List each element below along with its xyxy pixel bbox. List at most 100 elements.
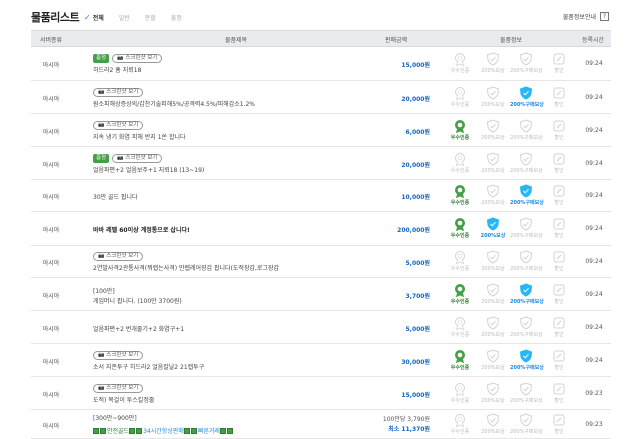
buy-compensation-badge-icon <box>510 349 542 363</box>
discount-badge-icon <box>543 86 575 100</box>
buy-compensation-badge: 200%구매보상 <box>510 382 543 404</box>
discount-badge-icon <box>543 316 575 330</box>
screenshot-button[interactable]: 📷 스크린샷 보기 <box>93 384 144 393</box>
badge-label: 200%구매보상 <box>510 365 544 371</box>
filter-negotiate[interactable]: 흥정 <box>171 13 182 22</box>
green-square-icon <box>190 427 197 434</box>
badge-label: 200%구매보상 <box>510 266 543 272</box>
item-title[interactable]: 얼음파편+2 번개줄기+2 화염구+1 <box>93 324 184 333</box>
server-cell: 아시아 <box>42 359 60 366</box>
compensation-badge: 200%보상 <box>477 217 509 239</box>
table-row[interactable]: 아시아 흥정 📷 스크린샷 보기 히드라2 홈 지뢰18 15,000원 우수인증 200… <box>31 47 611 81</box>
registered-time: 09:24 <box>585 94 603 101</box>
screenshot-button[interactable]: 📷 스크린샷 보기 <box>112 54 163 63</box>
item-info-badges: 우수인증 200%보상 200%구매보상 할인 <box>444 119 574 147</box>
badge-label: 200%보상 <box>481 332 505 338</box>
screenshot-label[interactable]: 스크린샷 보기 <box>125 55 157 62</box>
table-row[interactable]: 아시아 30만 골드 팝니다 10,000원 우수인증 200%보상 200%구매보… <box>31 180 611 212</box>
compensation-badge: 200%보상 <box>477 152 509 174</box>
screenshot-label[interactable]: 스크린샷 보기 <box>106 122 138 129</box>
camera-icon: 📷 <box>98 122 105 128</box>
certified-badge-icon <box>444 119 476 133</box>
green-square-icon <box>100 427 106 434</box>
item-title-range[interactable]: [100만] <box>93 286 115 295</box>
table-row[interactable]: 아시아 흥정 📷 스크린샷 보기 얼음파편+2 얼음보주+1 지뢰18 (13~19) 2… <box>31 147 611 180</box>
filter-split[interactable]: 분할 <box>145 13 156 22</box>
item-title[interactable]: 얼음파편+2 얼음보주+1 지뢰18 (13~19) <box>93 165 204 174</box>
screenshot-button[interactable]: 📷 스크린샷 보기 <box>93 121 144 130</box>
table-row[interactable]: 아시아 바바 레벨 60이상 계정통으로 삽니다! 200,000원 우수인증 20… <box>31 212 611 246</box>
table-row[interactable]: 아시아 📷 스크린샷 보기 지속 냉기 화염 피해 반지 1쏜 합니다 6,000원 우… <box>31 114 611 147</box>
table-row[interactable]: 아시아 📷 스크린샷 보기 2연발사격2관통사격(뭐랩는사격) 만렙레어장갑 팝니다(… <box>31 246 611 278</box>
screenshot-label[interactable]: 스크린샷 보기 <box>106 352 138 359</box>
badge-label: 할인 <box>554 332 564 338</box>
screenshot-button[interactable]: 📷 스크린샷 보기 <box>93 252 144 261</box>
table-row[interactable]: 아시아 📷 스크린샷 보기 소서 지존투구 히드라2 얼음칼날2 21캡투구 30,00… <box>31 344 611 377</box>
badge-label: 200%보상 <box>481 135 505 141</box>
certified-badge: 우수인증 <box>444 250 476 272</box>
compensation-badge-icon <box>477 283 509 297</box>
item-title[interactable]: 바바 레벨 60이상 계정통으로 삽니다! <box>93 225 190 234</box>
item-info-guide[interactable]: 물품정보안내 ? <box>563 12 609 21</box>
item-info-badges: 우수인증 200%보상 200%구매보상 할인 <box>444 152 574 180</box>
badge-label: 할인 <box>554 299 564 305</box>
screenshot-button[interactable]: 📷 스크린샷 보기 <box>93 351 144 360</box>
badge-label: 200%보상 <box>481 200 505 206</box>
item-title[interactable]: 지속 냉기 화염 피해 반지 1쏜 합니다 <box>93 132 186 141</box>
buy-compensation-badge-icon <box>510 52 542 66</box>
discount-badge-icon <box>543 217 575 231</box>
screenshot-button[interactable]: 📷 스크린샷 보기 <box>112 154 163 163</box>
registered-time: 09:23 <box>585 421 603 428</box>
buy-compensation-badge: 200%구매보상 <box>510 250 543 272</box>
buy-compensation-badge-icon <box>510 316 542 330</box>
table-row[interactable]: 아시아 [100만] 게임머니 팝니다. (100만 3700원) 3,700원 우수… <box>31 278 611 311</box>
compensation-badge: 200%보상 <box>477 413 509 435</box>
badge-label: 200%보상 <box>481 102 505 108</box>
tag-group: 📷 스크린샷 보기 <box>93 121 144 130</box>
badge-label: 200%구매보상 <box>510 398 543 404</box>
item-title[interactable]: 도적) 목걸이 투스킬정줄 <box>93 395 154 404</box>
item-title[interactable]: 원소피해상증상의/갑찬기술피해5%/공격력4.5%/피해감소1.2% <box>93 99 255 108</box>
filter-general[interactable]: 일반 <box>119 13 130 22</box>
filter-group: ✓ 전체 일반 분할 흥정 <box>84 13 197 22</box>
item-info-badges: 우수인증 200%보상 200%구매보상 할인 <box>444 217 574 245</box>
table-row[interactable]: 아시아 [300만~900만] 안전골드 34시간항상판매 빠른거래 100만당 3,79… <box>31 410 611 439</box>
camera-icon: 📷 <box>98 253 105 259</box>
item-title[interactable]: 30만 골드 팝니다 <box>93 192 138 201</box>
col-title: 물품제목 <box>224 37 248 44</box>
table-row[interactable]: 아시아 얼음파편+2 번개줄기+2 화염구+1 5,000원 우수인증 200%보상… <box>31 311 611 344</box>
badge-label: 우수인증 <box>450 200 470 206</box>
item-title[interactable]: 게임머니 팝니다. (100만 3700원) <box>93 296 182 305</box>
filter-all[interactable]: 전체 <box>93 13 104 22</box>
table-row[interactable]: 아시아 📷 스크린샷 보기 도적) 목걸이 투스킬정줄 15,000원 우수인증 200… <box>31 377 611 410</box>
camera-icon: 📷 <box>98 385 105 391</box>
item-title[interactable]: 소서 지존투구 히드라2 얼음칼날2 21캡투구 <box>93 362 204 371</box>
registered-time: 09:23 <box>585 390 603 397</box>
buy-compensation-badge-icon <box>510 217 542 231</box>
compensation-badge-icon <box>477 152 509 166</box>
server-cell: 아시아 <box>42 194 60 201</box>
screenshot-button[interactable]: 📷 스크린샷 보기 <box>93 88 144 97</box>
tag-group: 📷 스크린샷 보기 <box>93 384 144 393</box>
certified-badge: 우수인증 <box>444 217 476 239</box>
page-header: 물품리스트 ✓ 전체 일반 분할 흥정 물품정보안내 ? <box>0 0 633 30</box>
camera-icon: 📷 <box>117 55 124 61</box>
server-cell: 아시아 <box>42 227 60 234</box>
server-cell: 아시아 <box>42 96 60 103</box>
screenshot-label[interactable]: 스크린샷 보기 <box>106 89 138 96</box>
green-square-icon <box>226 427 233 434</box>
table-row[interactable]: 아시아 📷 스크린샷 보기원소피해상증상의/갑찬기술피해5%/공격력4.5%/피해감… <box>31 81 611 114</box>
price-cell: 5,000원 <box>405 260 431 267</box>
screenshot-label[interactable]: 스크린샷 보기 <box>125 155 157 162</box>
item-title[interactable]: 2연발사격2관통사격(뭐랩는사격) 만렙레어장갑 팝니다(도적장갑,로그장갑 <box>93 263 279 272</box>
buy-compensation-badge: 200%구매보상 <box>510 184 544 206</box>
guide-label[interactable]: 물품정보안내 <box>563 12 596 21</box>
registered-time: 09:24 <box>585 324 603 331</box>
screenshot-label[interactable]: 스크린샷 보기 <box>106 253 138 260</box>
discount-badge: 할인 <box>543 217 575 239</box>
item-title[interactable]: 히드라2 홈 지뢰18 <box>93 65 141 74</box>
item-title-range[interactable]: [300만~900만] <box>93 413 137 422</box>
screenshot-label[interactable]: 스크린샷 보기 <box>106 385 138 392</box>
compensation-badge-icon <box>477 316 509 330</box>
help-icon[interactable]: ? <box>600 12 609 21</box>
